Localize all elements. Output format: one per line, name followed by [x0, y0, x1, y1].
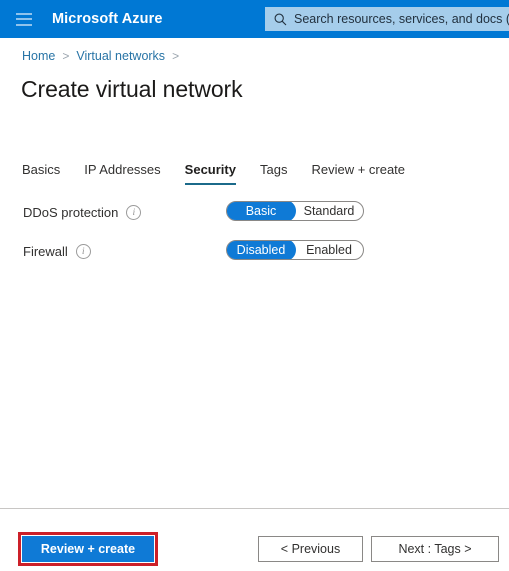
hamburger-bar — [16, 12, 32, 15]
breadcrumb-item-virtual-networks[interactable]: Virtual networks — [76, 49, 165, 63]
breadcrumb-separator-icon: > — [62, 49, 70, 63]
next-button[interactable]: Next : Tags > — [371, 536, 499, 562]
breadcrumb-separator-icon: > — [172, 49, 180, 63]
search-icon — [274, 13, 287, 26]
firewall-option-enabled[interactable]: Enabled — [295, 241, 363, 259]
breadcrumb-item-home[interactable]: Home — [22, 49, 55, 63]
hamburger-bar — [16, 18, 32, 20]
info-icon[interactable]: i — [75, 243, 91, 259]
tab-basics[interactable]: Basics — [22, 162, 60, 185]
tab-tags[interactable]: Tags — [260, 162, 287, 185]
tab-review-create[interactable]: Review + create — [311, 162, 405, 185]
ddos-option-standard[interactable]: Standard — [295, 202, 363, 220]
ddos-protection-toggle[interactable]: Basic Standard — [226, 201, 364, 221]
firewall-label: Firewall — [23, 243, 68, 259]
ddos-protection-label: DDoS protection — [23, 204, 119, 220]
wizard-tab-bar: Basics IP Addresses Security Tags Review… — [22, 159, 405, 185]
azure-top-header: Microsoft Azure Search resources, servic… — [0, 0, 509, 38]
global-search-box[interactable]: Search resources, services, and docs (G — [265, 7, 509, 31]
hamburger-bar — [16, 23, 32, 26]
firewall-toggle[interactable]: Disabled Enabled — [226, 240, 364, 260]
previous-button[interactable]: < Previous — [258, 536, 363, 562]
tab-security[interactable]: Security — [184, 162, 236, 185]
info-icon[interactable]: i — [126, 204, 142, 220]
search-placeholder-text: Search resources, services, and docs (G — [294, 12, 509, 26]
brand-title[interactable]: Microsoft Azure — [52, 11, 163, 27]
page-title: Create virtual network — [21, 76, 243, 102]
firewall-option-disabled[interactable]: Disabled — [227, 241, 295, 259]
ddos-option-basic[interactable]: Basic — [227, 202, 295, 220]
firewall-row: Firewall i — [23, 240, 91, 262]
tab-ip-addresses[interactable]: IP Addresses — [84, 162, 160, 185]
hamburger-icon[interactable] — [16, 12, 32, 26]
breadcrumb: Home > Virtual networks > — [22, 49, 186, 63]
review-create-button[interactable]: Review + create — [22, 536, 154, 562]
ddos-protection-row: DDoS protection i — [23, 201, 142, 223]
